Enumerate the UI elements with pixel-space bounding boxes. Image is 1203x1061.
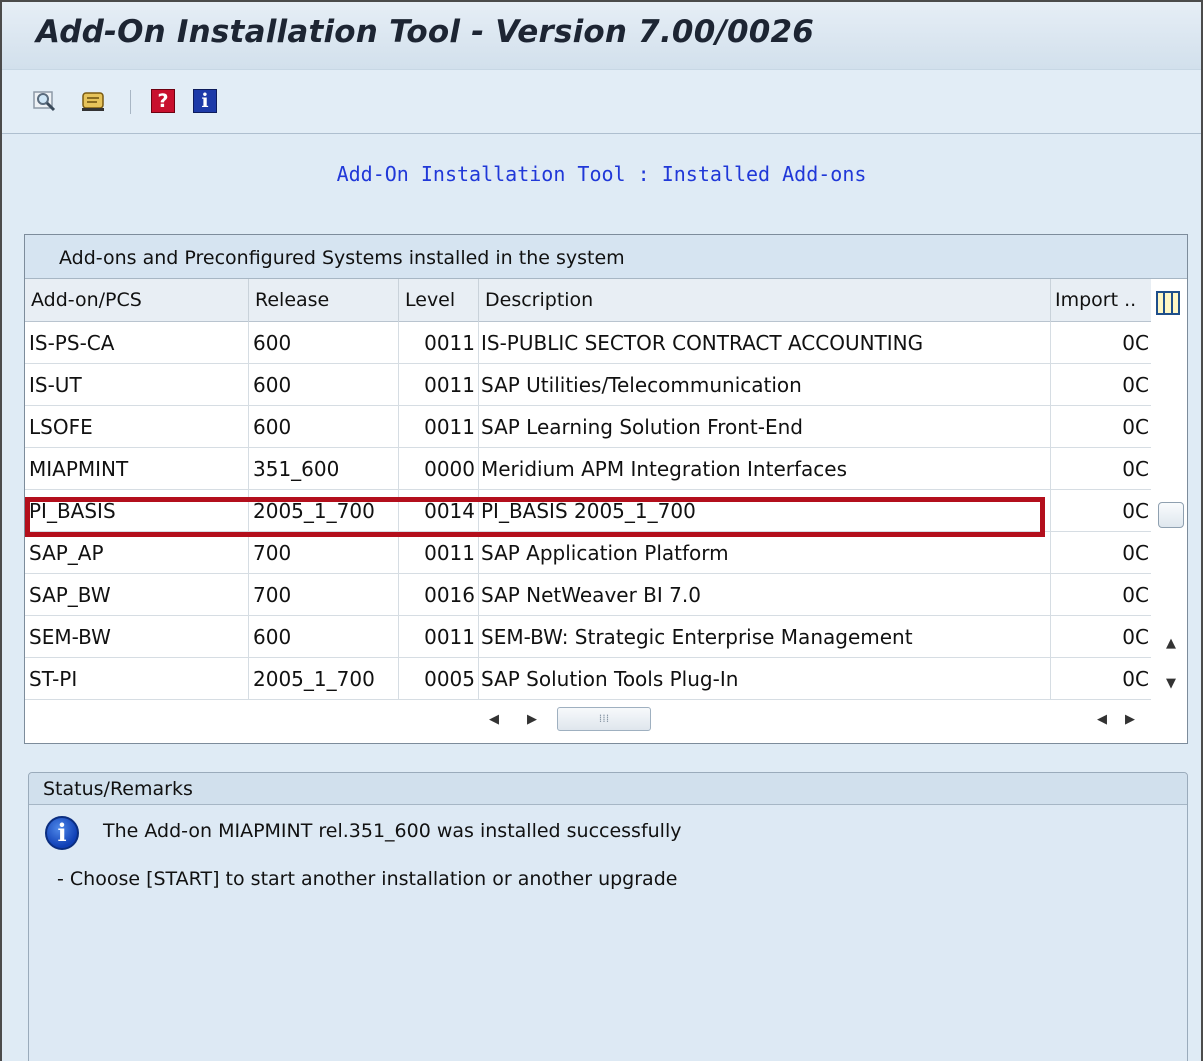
addons-table-panel: Add-ons and Preconfigured Systems instal… — [24, 234, 1188, 744]
help-icon[interactable]: ? — [150, 88, 176, 114]
cell-level: 0014 — [399, 490, 479, 532]
information-icon: i — [45, 816, 79, 850]
column-header-description[interactable]: Description — [479, 279, 1051, 322]
cell-addon: SEM-BW — [25, 616, 249, 658]
cell-import: 0C — [1122, 583, 1149, 607]
cell-release: 600 — [249, 406, 399, 448]
cell-import: 0C — [1122, 373, 1149, 397]
cell-addon: IS-UT — [25, 364, 249, 406]
scroll-icon[interactable] — [80, 88, 106, 114]
cell-level: 0005 — [399, 658, 479, 700]
cell-addon: PI_BASIS — [25, 490, 249, 532]
title-bar: Add-On Installation Tool - Version 7.00/… — [2, 2, 1201, 70]
table-row[interactable]: ST-PI 2005_1_700 0005 SAP Solution Tools… — [25, 658, 1151, 700]
cell-release: 700 — [249, 532, 399, 574]
cell-description: Meridium APM Integration Interfaces — [479, 448, 1051, 490]
cell-description: SAP NetWeaver BI 7.0 — [479, 574, 1051, 616]
cell-release: 2005_1_700 — [249, 658, 399, 700]
status-panel-title: Status/Remarks — [43, 778, 193, 800]
cell-level: 0011 — [399, 532, 479, 574]
cell-description: SEM-BW: Strategic Enterprise Management — [479, 616, 1051, 658]
cell-import: 0C — [1122, 667, 1149, 691]
sap-window: Add-On Installation Tool - Version 7.00/… — [0, 0, 1203, 1061]
cell-import: 0C — [1122, 331, 1149, 355]
status-panel-header: Status/Remarks — [29, 773, 1187, 805]
column-header-addon[interactable]: Add-on/PCS — [25, 279, 249, 322]
cell-description: PI_BASIS 2005_1_700 — [479, 490, 1051, 532]
cell-addon: LSOFE — [25, 406, 249, 448]
status-hint: - Choose [START] to start another instal… — [57, 868, 678, 890]
cell-description: SAP Learning Solution Front-End — [479, 406, 1051, 448]
info-icon[interactable]: i — [192, 88, 218, 114]
cell-release: 351_600 — [249, 448, 399, 490]
scroll-right-fixed-icon[interactable]: ▶ — [1121, 711, 1139, 729]
cell-level: 0011 — [399, 406, 479, 448]
table-row[interactable]: IS-UT 600 0011 SAP Utilities/Telecommuni… — [25, 364, 1151, 406]
help-glyph: ? — [151, 89, 175, 113]
horizontal-scrollbar[interactable]: ◀ ▶ ⁞⁞⁞ ◀ ▶ — [25, 701, 1151, 739]
cell-description: SAP Solution Tools Plug-In — [479, 658, 1051, 700]
status-remarks-panel: Status/Remarks i The Add-on MIAPMINT rel… — [28, 772, 1188, 1061]
status-message: The Add-on MIAPMINT rel.351_600 was inst… — [103, 820, 682, 842]
find-icon[interactable] — [32, 88, 58, 114]
scroll-up-icon[interactable]: ▲ — [1161, 634, 1181, 654]
cell-description: IS-PUBLIC SECTOR CONTRACT ACCOUNTING — [479, 322, 1051, 364]
cell-level: 0011 — [399, 364, 479, 406]
addons-panel-header: Add-ons and Preconfigured Systems instal… — [25, 235, 1187, 279]
horizontal-scroll-thumb[interactable]: ⁞⁞⁞ — [557, 707, 651, 731]
cell-addon: ST-PI — [25, 658, 249, 700]
table-row[interactable]: LSOFE 600 0011 SAP Learning Solution Fro… — [25, 406, 1151, 448]
cell-release: 700 — [249, 574, 399, 616]
cell-import: 0C — [1122, 541, 1149, 565]
info-glyph: i — [193, 89, 217, 113]
cell-import: 0C — [1122, 457, 1149, 481]
addons-panel-title: Add-ons and Preconfigured Systems instal… — [59, 247, 625, 269]
cell-level: 0011 — [399, 322, 479, 364]
toolbar-separator — [130, 90, 131, 114]
cell-addon: SAP_AP — [25, 532, 249, 574]
cell-addon: MIAPMINT — [25, 448, 249, 490]
vertical-scroll-thumb[interactable] — [1158, 502, 1184, 528]
table-row[interactable]: SEM-BW 600 0011 SEM-BW: Strategic Enterp… — [25, 616, 1151, 658]
table-row[interactable]: SAP_BW 700 0016 SAP NetWeaver BI 7.0 0C — [25, 574, 1151, 616]
application-toolbar: ? i — [2, 70, 1201, 134]
scroll-left-fixed-icon[interactable]: ◀ — [1093, 711, 1111, 729]
scroll-right-icon[interactable]: ▶ — [523, 711, 541, 729]
column-header-level[interactable]: Level — [399, 279, 479, 322]
grid-header-row: Add-on/PCS Release Level Description Imp… — [25, 279, 1151, 322]
cell-level: 0016 — [399, 574, 479, 616]
table-row-highlighted[interactable]: MIAPMINT 351_600 0000 Meridium APM Integ… — [25, 448, 1151, 490]
cell-level: 0000 — [399, 448, 479, 490]
cell-release: 600 — [249, 364, 399, 406]
vertical-scrollbar[interactable]: ▲ ▼ — [1156, 322, 1186, 692]
page-heading: Add-On Installation Tool : Installed Add… — [336, 162, 867, 186]
scroll-left-icon[interactable]: ◀ — [485, 711, 503, 729]
table-row[interactable]: IS-PS-CA 600 0011 IS-PUBLIC SECTOR CONTR… — [25, 322, 1151, 364]
window-title: Add-On Installation Tool - Version 7.00/… — [36, 14, 815, 50]
cell-release: 2005_1_700 — [249, 490, 399, 532]
column-header-release[interactable]: Release — [249, 279, 399, 322]
cell-import: 0C — [1122, 499, 1149, 523]
cell-description: SAP Utilities/Telecommunication — [479, 364, 1051, 406]
cell-level: 0011 — [399, 616, 479, 658]
table-row[interactable]: PI_BASIS 2005_1_700 0014 PI_BASIS 2005_1… — [25, 490, 1151, 532]
addons-grid: Add-on/PCS Release Level Description Imp… — [25, 279, 1151, 700]
cell-import: 0C — [1122, 625, 1149, 649]
cell-addon: IS-PS-CA — [25, 322, 249, 364]
scroll-down-icon[interactable]: ▼ — [1161, 674, 1181, 694]
column-settings-icon[interactable] — [1156, 291, 1180, 315]
cell-release: 600 — [249, 616, 399, 658]
cell-release: 600 — [249, 322, 399, 364]
cell-import: 0C — [1122, 415, 1149, 439]
table-row[interactable]: SAP_AP 700 0011 SAP Application Platform… — [25, 532, 1151, 574]
cell-description: SAP Application Platform — [479, 532, 1051, 574]
cell-addon: SAP_BW — [25, 574, 249, 616]
column-header-import[interactable]: Import .. — [1051, 279, 1151, 322]
